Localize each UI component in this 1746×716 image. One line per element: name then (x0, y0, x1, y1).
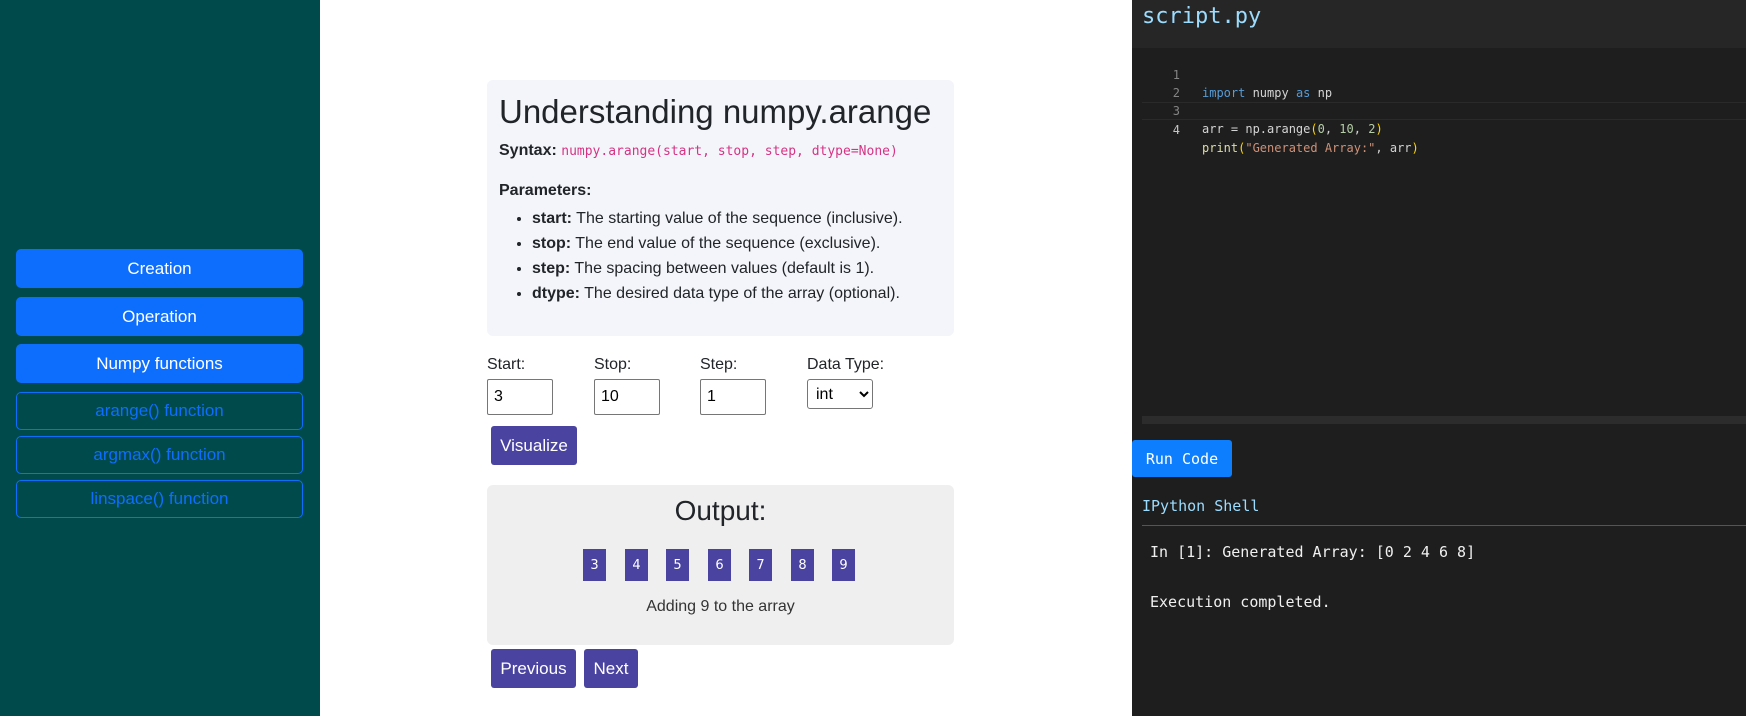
param-stop: stop: The end value of the sequence (exc… (532, 231, 942, 256)
array-element: 6 (708, 549, 731, 581)
param-name: step: (532, 260, 571, 278)
main-content: Understanding numpy.arange Syntax: numpy… (320, 0, 1132, 716)
sidebar: Creation Operation Numpy functions arang… (0, 0, 320, 716)
sidebar-item-creation[interactable]: Creation (16, 249, 303, 288)
line-number: 4 (1172, 123, 1180, 137)
code-line: 1 import numpy as np (1142, 48, 1746, 100)
start-field-group: Start: (487, 356, 553, 415)
code-line-active: 4 print("Generated Array:", arr) (1142, 102, 1746, 155)
ipython-shell: IPython Shell In [1]: Generated Array: [… (1132, 485, 1746, 716)
array-element: 7 (749, 549, 772, 581)
syntax-label: Syntax: (499, 142, 557, 160)
start-input[interactable] (487, 379, 553, 415)
code-line: 2 (1142, 66, 1746, 100)
shell-title: IPython Shell (1142, 497, 1260, 515)
next-button[interactable]: Next (584, 649, 638, 688)
sidebar-item-argmax[interactable]: argmax() function (16, 436, 303, 474)
start-label: Start: (487, 356, 526, 373)
sidebar-item-numpy-functions[interactable]: Numpy functions (16, 344, 303, 383)
param-desc: The starting value of the sequence (incl… (576, 210, 903, 228)
param-start: start: The starting value of the sequenc… (532, 206, 942, 231)
code-line: 3 arr = np.arange(0, 10, 2) (1142, 84, 1746, 136)
array-element: 9 (832, 549, 855, 581)
array-element: 4 (625, 549, 648, 581)
file-header: script.py (1132, 0, 1746, 48)
param-name: stop: (532, 235, 572, 253)
dtype-label: Data Type: (807, 356, 885, 373)
code-text: print("Generated Array:", arr) (1202, 141, 1419, 155)
info-card: Understanding numpy.arange Syntax: numpy… (487, 80, 954, 336)
syntax-code: numpy.arange(start, stop, step, dtype=No… (561, 144, 898, 160)
stop-input[interactable] (594, 379, 660, 415)
stop-field-group: Stop: (594, 356, 660, 415)
visualize-button[interactable]: Visualize (491, 426, 577, 465)
code-text: arr = np.arange(0, 10, 2) (1202, 122, 1383, 136)
info-title: Understanding numpy.arange (499, 93, 932, 130)
shell-output-line: Execution completed. (1150, 593, 1331, 611)
stop-label: Stop: (594, 356, 632, 373)
params-list: start: The starting value of the sequenc… (499, 206, 942, 306)
param-dtype: dtype: The desired data type of the arra… (532, 281, 942, 306)
params-title: Parameters: (499, 182, 592, 200)
shell-divider (1142, 525, 1746, 526)
param-desc: The desired data type of the array (opti… (584, 285, 900, 303)
param-desc: The end value of the sequence (exclusive… (575, 235, 881, 253)
output-title: Output: (674, 495, 767, 526)
shell-output-line: In [1]: Generated Array: [0 2 4 6 8] (1150, 543, 1476, 561)
step-input[interactable] (700, 379, 766, 415)
sidebar-item-arange[interactable]: arange() function (16, 392, 303, 430)
output-message: Adding 9 to the array (646, 598, 795, 615)
param-name: dtype: (532, 285, 580, 303)
step-field-group: Step: (700, 356, 766, 415)
code-editor[interactable]: 1 import numpy as np 2 3 arr = np.arange… (1142, 48, 1746, 424)
array-element: 3 (583, 549, 606, 581)
sidebar-item-operation[interactable]: Operation (16, 297, 303, 336)
dtype-field-group: Data Type: int (807, 356, 884, 409)
run-code-button[interactable]: Run Code (1132, 440, 1232, 477)
previous-button[interactable]: Previous (491, 649, 576, 688)
param-name: start: (532, 210, 573, 228)
sidebar-item-linspace[interactable]: linspace() function (16, 480, 303, 518)
param-desc: The spacing between values (default is 1… (574, 260, 875, 278)
app-root: Creation Operation Numpy functions arang… (0, 0, 1746, 716)
file-title: script.py (1142, 4, 1262, 29)
syntax-line: Syntax: numpy.arange(start, stop, step, … (499, 142, 942, 160)
param-step: step: The spacing between values (defaul… (532, 256, 942, 281)
dtype-select[interactable]: int (807, 379, 873, 409)
step-label: Step: (700, 356, 738, 373)
array-element: 8 (791, 549, 814, 581)
array-element: 5 (666, 549, 689, 581)
